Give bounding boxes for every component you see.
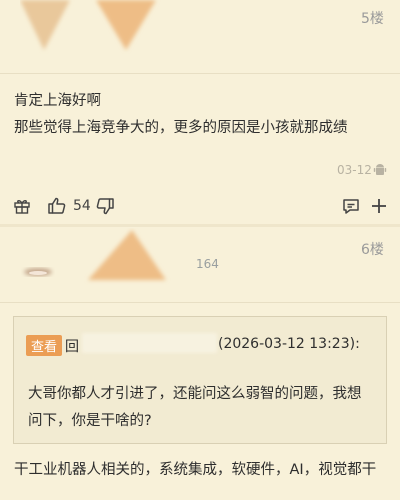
gift-icon[interactable]: [12, 196, 32, 216]
plus-icon[interactable]: [369, 196, 389, 216]
quote-timestamp: (2026-03-12 13:23):: [218, 336, 360, 352]
post-line-1: 肯定上海好啊: [14, 93, 101, 109]
quote-line-2: 问下，你是干啥的?: [28, 413, 152, 429]
view-button[interactable]: 查看: [26, 335, 63, 356]
section-separator: [0, 224, 400, 227]
avatar-5f[interactable]: [20, 0, 180, 58]
post-date: 03-12: [337, 163, 372, 177]
android-icon: [373, 163, 387, 177]
floor-label-6: 6楼: [361, 242, 384, 258]
post-line-2: 那些觉得上海竞争大的，更多的原因是小孩就那成绩: [14, 120, 348, 136]
reply-text: 干工业机器人相关的，系统集成，软硬件，AI，视觉都干: [14, 462, 377, 478]
divider: [0, 73, 400, 74]
like-count: 54: [73, 198, 91, 214]
reply-prefix: 回: [65, 339, 79, 355]
comment-icon[interactable]: [341, 196, 361, 216]
thumb-up-icon[interactable]: [46, 195, 68, 217]
quote-line-1: 大哥你都人才引进了，还能问这么弱智的问题，我想: [28, 386, 362, 402]
thumb-down-icon[interactable]: [94, 195, 116, 217]
avatar-6f[interactable]: [16, 228, 176, 288]
user-level: 164: [196, 257, 219, 271]
divider: [0, 302, 400, 303]
floor-label-5: 5楼: [361, 11, 384, 27]
redacted-username: [82, 333, 217, 353]
